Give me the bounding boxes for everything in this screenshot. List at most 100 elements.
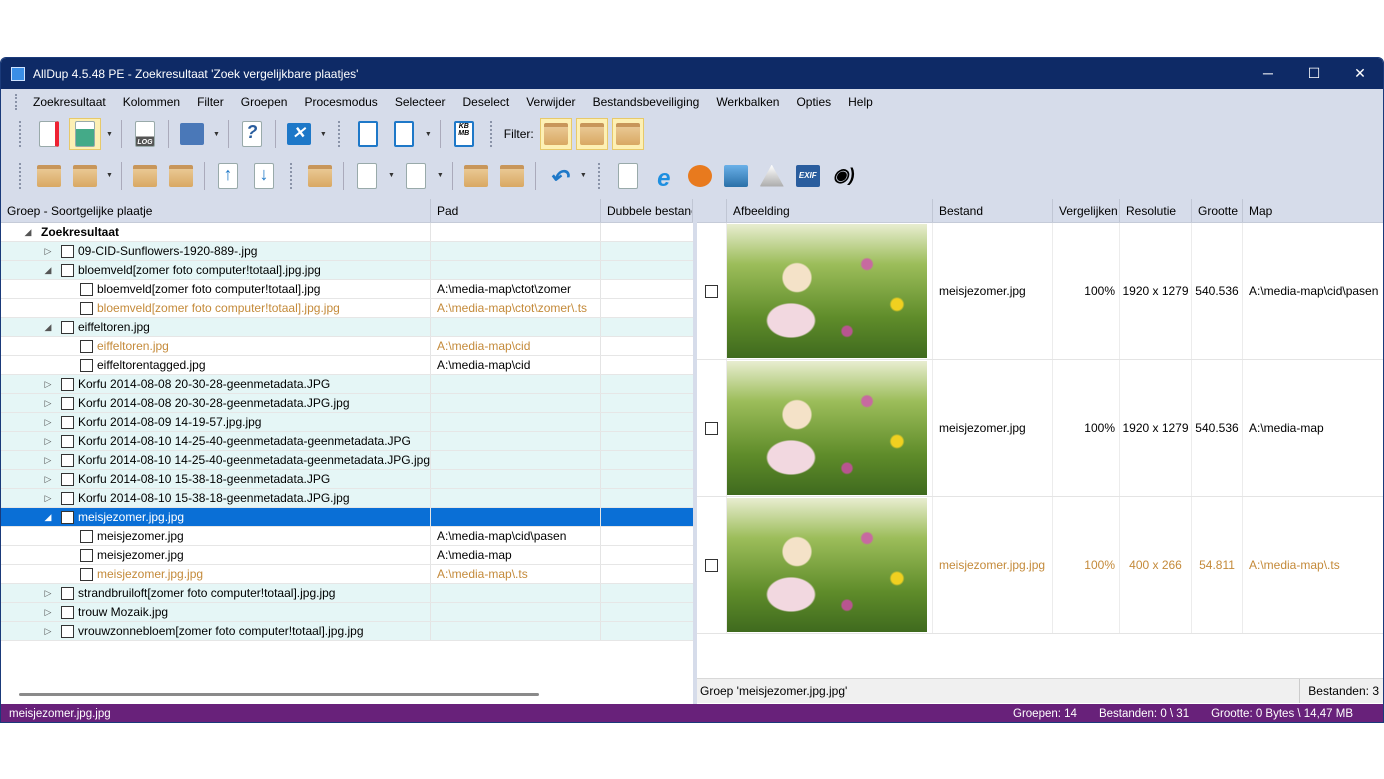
row-checkbox[interactable] (61, 472, 74, 486)
expand-icon[interactable]: ▷ (43, 436, 53, 447)
filter-partial-icon[interactable] (611, 118, 644, 150)
row-checkbox[interactable] (80, 282, 93, 296)
collapse-icon[interactable]: ◢ (43, 265, 53, 276)
tree-file-row[interactable]: eiffeltorentagged.jpg A:\media-map\cid (1, 356, 693, 375)
tree-group-row[interactable]: ▷ Korfu 2014-08-09 14-19-57.jpg.jpg (1, 413, 693, 432)
expand-icon[interactable]: ▷ (43, 246, 53, 257)
tree-horizontal-scrollbar[interactable] (19, 693, 539, 696)
tree-group-row[interactable]: ◢ eiffeltoren.jpg (1, 318, 693, 337)
save-icon[interactable] (176, 118, 208, 150)
row-checkbox[interactable] (61, 263, 74, 277)
exif-icon[interactable]: EXIF (792, 160, 824, 192)
tree-file-row[interactable]: eiffeltoren.jpg A:\media-map\cid (1, 337, 693, 356)
col-path[interactable]: Pad (431, 199, 601, 222)
col-map[interactable]: Map (1243, 199, 1383, 222)
select-file-icon[interactable] (351, 160, 383, 192)
filter-all-icon[interactable] (539, 118, 572, 150)
tree-file-row[interactable]: bloemveld[zomer foto computer!totaal].jp… (1, 299, 693, 318)
deselect-folder-icon[interactable] (496, 160, 528, 192)
row-checkbox[interactable] (80, 529, 93, 543)
expand-icon[interactable]: ▷ (43, 398, 53, 409)
row-checkbox[interactable] (61, 415, 74, 429)
tree-file-row[interactable]: meisjezomer.jpg.jpg A:\media-map\.ts (1, 565, 693, 584)
expand-icon[interactable]: ▷ (43, 493, 53, 504)
folder-up-icon[interactable] (129, 160, 161, 192)
expand-icon[interactable]: ▷ (43, 607, 53, 618)
row-checkbox[interactable] (61, 320, 74, 334)
tree-group-row[interactable]: ▷ Korfu 2014-08-10 14-25-40-geenmetadata-… (1, 432, 693, 451)
col-group[interactable]: Groep - Soortgelijke plaatje (1, 199, 431, 222)
image-preview-icon[interactable] (69, 118, 101, 150)
collapse-icon[interactable]: ◢ (43, 512, 53, 523)
row-checkbox[interactable] (61, 491, 74, 505)
preview-row[interactable]: meisjezomer.jpg.jpg 100% 400 x 266 54.811 A:… (697, 497, 1383, 634)
folder-settings-icon[interactable] (304, 160, 336, 192)
clear-results-icon[interactable] (33, 118, 65, 150)
vlc-icon[interactable] (756, 160, 788, 192)
delete-x-icon[interactable]: ✕ (283, 118, 315, 150)
preview-checkbox[interactable] (705, 558, 718, 572)
tree-group-row[interactable]: ▷ Korfu 2014-08-08 20-30-28-geenmetadata.… (1, 394, 693, 413)
tree-root[interactable]: ◢ Zoekresultaat (1, 223, 693, 242)
expand-icon[interactable]: ▷ (43, 626, 53, 637)
internet-explorer-icon[interactable]: e (648, 160, 680, 192)
col-image[interactable]: Afbeelding (727, 199, 933, 222)
col-duplicates[interactable]: Dubbele bestanc (601, 199, 693, 222)
row-checkbox[interactable] (61, 586, 74, 600)
col-file[interactable]: Bestand (933, 199, 1053, 222)
image-thumbnail[interactable] (727, 361, 927, 495)
row-checkbox[interactable] (80, 567, 93, 581)
folder-forward-icon[interactable] (69, 160, 101, 192)
log-icon[interactable]: LOG (129, 118, 161, 150)
menu-bestandsbeveiliging[interactable]: Bestandsbeveiliging (593, 95, 700, 109)
tree-group-row[interactable]: ▷ Korfu 2014-08-08 20-30-28-geenmetadata.… (1, 375, 693, 394)
preview-checkbox[interactable] (705, 421, 718, 435)
preview-checkbox[interactable] (705, 284, 718, 298)
folder-down-icon[interactable] (165, 160, 197, 192)
toolbar-grip[interactable] (19, 121, 23, 147)
deselect-file-icon[interactable] (400, 160, 432, 192)
expand-icon[interactable]: ▷ (43, 474, 53, 485)
menu-procesmodus[interactable]: Procesmodus (304, 95, 377, 109)
close-button[interactable]: ✕ (1337, 65, 1383, 82)
select-folder-icon[interactable] (460, 160, 492, 192)
col-size[interactable]: Grootte (1192, 199, 1243, 222)
row-checkbox[interactable] (61, 244, 74, 258)
tree-group-row[interactable]: ▷ Korfu 2014-08-10 15-38-18-geenmetadata.… (1, 489, 693, 508)
tree-group-row[interactable]: ▷ trouw Mozaik.jpg (1, 603, 693, 622)
expand-icon[interactable]: ◢ (23, 227, 33, 238)
menu-werkbalken[interactable]: Werkbalken (716, 95, 779, 109)
move-up-icon[interactable]: ↑ (212, 160, 244, 192)
tree-file-row[interactable]: bloemveld[zomer foto computer!totaal].jp… (1, 280, 693, 299)
row-checkbox[interactable] (61, 624, 74, 638)
menu-opties[interactable]: Opties (796, 95, 831, 109)
image-thumbnail[interactable] (727, 498, 927, 632)
menu-filter[interactable]: Filter (197, 95, 224, 109)
row-checkbox[interactable] (61, 396, 74, 410)
tree-group-row[interactable]: ▷ Korfu 2014-08-10 15-38-18-geenmetadata.… (1, 470, 693, 489)
row-checkbox[interactable] (80, 548, 93, 562)
row-checkbox[interactable] (80, 358, 93, 372)
preview-row[interactable]: meisjezomer.jpg 100% 1920 x 1279 540.536 A:\… (697, 360, 1383, 497)
tree-file-row[interactable]: meisjezomer.jpg A:\media-map (1, 546, 693, 565)
menu-zoekresultaat[interactable]: Zoekresultaat (33, 95, 106, 109)
tree-group-row[interactable]: ▷ vrouwzonnebloem[zomer foto computer!tot… (1, 622, 693, 641)
tree-group-row[interactable]: ◢ meisjezomer.jpg.jpg (1, 508, 693, 527)
menu-verwijder[interactable]: Verwijder (526, 95, 575, 109)
menu-kolommen[interactable]: Kolommen (123, 95, 180, 109)
tree-group-row[interactable]: ▷ Korfu 2014-08-10 14-25-40-geenmetadata-… (1, 451, 693, 470)
minimize-button[interactable]: ─ (1245, 65, 1291, 82)
preview-row[interactable]: meisjezomer.jpg 100% 1920 x 1279 540.536 A:\… (697, 223, 1383, 360)
columns-icon[interactable] (352, 118, 384, 150)
row-checkbox[interactable] (61, 434, 74, 448)
menu-help[interactable]: Help (848, 95, 873, 109)
row-checkbox[interactable] (60, 453, 74, 467)
row-checkbox[interactable] (80, 301, 93, 315)
tree-group-row[interactable]: ▷ strandbruiloft[zomer foto computer!tota… (1, 584, 693, 603)
help-icon[interactable]: ? (236, 118, 268, 150)
image-viewer-icon[interactable] (720, 160, 752, 192)
image-thumbnail[interactable] (727, 224, 927, 358)
audio-icon[interactable]: ◉) (828, 160, 860, 192)
kb-mb-icon[interactable]: KB MB (448, 118, 480, 150)
media-player-icon[interactable] (684, 160, 716, 192)
